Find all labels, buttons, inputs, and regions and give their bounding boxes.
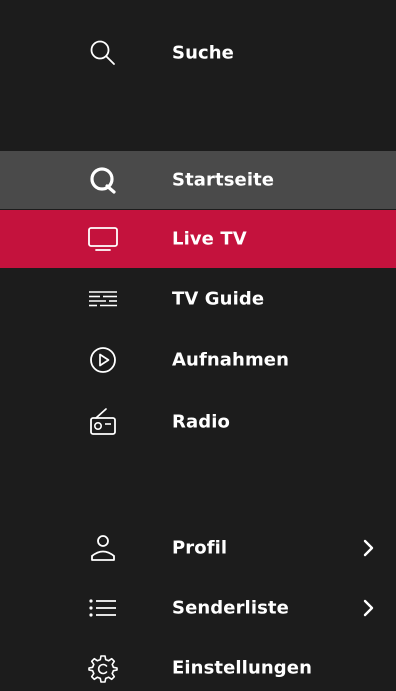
menu-label-aufnahmen: Aufnahmen <box>172 349 290 371</box>
navigation-menu: Suche Startseite Live TV TV Guide Aufnah… <box>0 0 396 691</box>
tv-icon <box>83 219 123 259</box>
guide-icon <box>83 279 123 319</box>
menu-item-einstellungen[interactable]: Einstellungen <box>0 639 396 691</box>
play-circle-icon <box>83 340 123 380</box>
menu-item-search[interactable]: Suche <box>0 24 396 82</box>
menu-label-radio: Radio <box>172 411 230 433</box>
chevron-right-icon <box>362 598 376 618</box>
radio-icon <box>83 402 123 442</box>
home-q-icon <box>83 160 123 200</box>
menu-item-live-tv[interactable]: Live TV <box>0 210 396 268</box>
menu-item-tv-guide[interactable]: TV Guide <box>0 270 396 328</box>
chevron-right-icon <box>362 538 376 558</box>
menu-item-startseite[interactable]: Startseite <box>0 151 396 209</box>
menu-item-profil[interactable]: Profil <box>0 519 396 577</box>
menu-label-profil: Profil <box>172 537 228 559</box>
menu-label-senderliste: Senderliste <box>172 597 289 619</box>
channel-list-icon <box>83 588 123 628</box>
menu-label-einstellungen: Einstellungen <box>172 657 312 679</box>
profile-icon <box>83 528 123 568</box>
menu-item-senderliste[interactable]: Senderliste <box>0 579 396 637</box>
menu-label-live-tv: Live TV <box>172 228 247 250</box>
menu-label-search: Suche <box>172 42 234 64</box>
menu-label-startseite: Startseite <box>172 169 275 191</box>
search-icon <box>83 33 123 73</box>
menu-item-radio[interactable]: Radio <box>0 393 396 451</box>
menu-item-aufnahmen[interactable]: Aufnahmen <box>0 331 396 389</box>
settings-gear-icon <box>83 648 123 688</box>
menu-label-tv-guide: TV Guide <box>172 288 265 310</box>
